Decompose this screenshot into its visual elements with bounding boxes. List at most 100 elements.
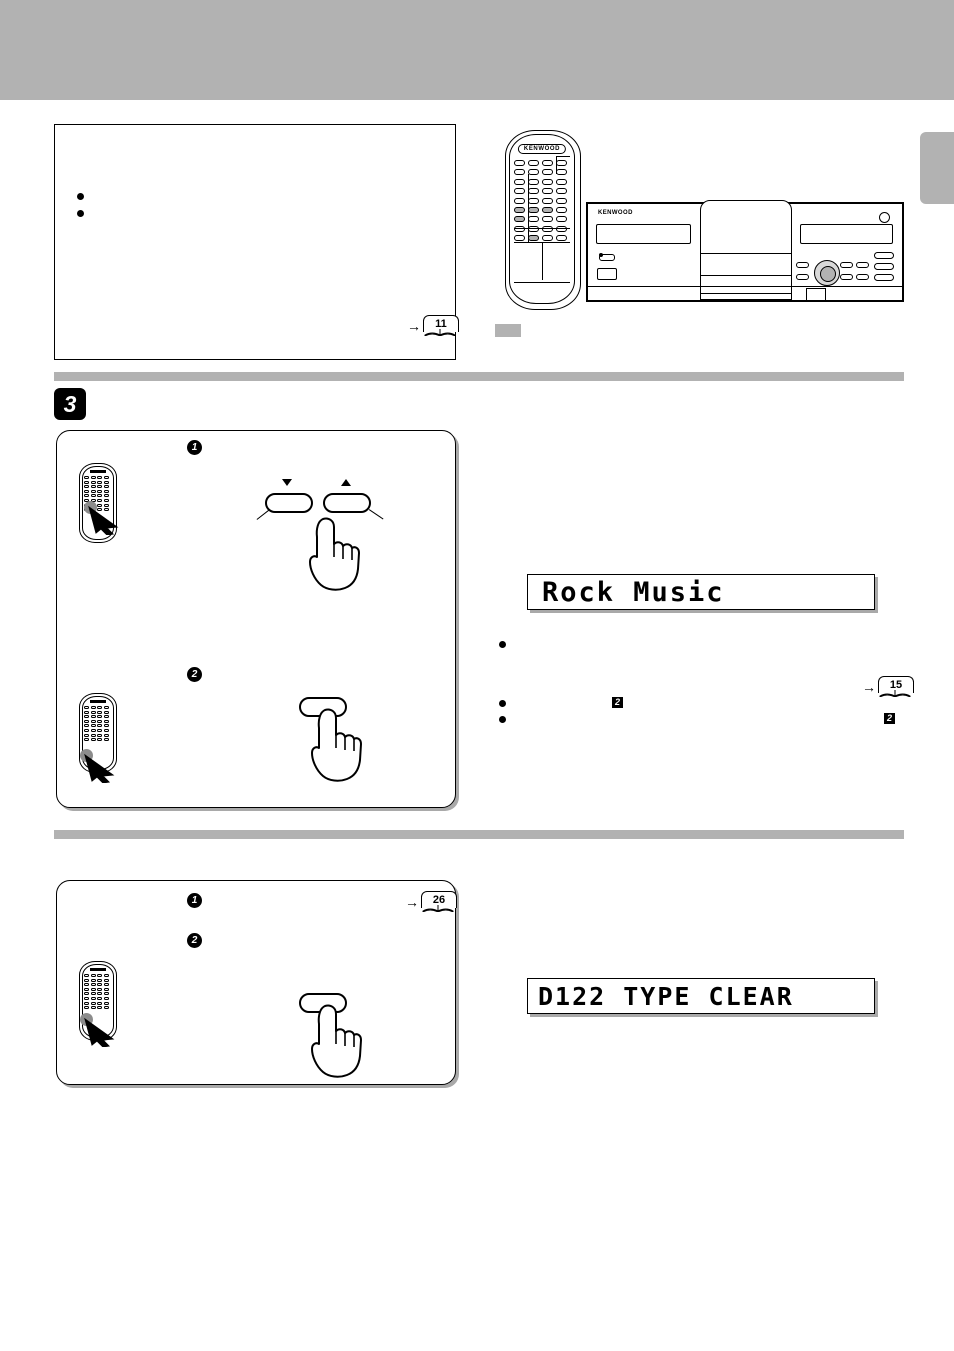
mini-button[interactable] xyxy=(103,476,109,479)
mini-button[interactable] xyxy=(97,992,102,996)
mini-button[interactable] xyxy=(97,987,102,991)
remote-button[interactable] xyxy=(556,160,567,166)
mini-button[interactable] xyxy=(90,706,96,709)
mini-button[interactable] xyxy=(84,978,89,982)
remote-button[interactable] xyxy=(542,169,553,176)
mini-button[interactable] xyxy=(103,494,109,498)
mini-button[interactable] xyxy=(90,987,96,991)
mini-button[interactable] xyxy=(97,978,102,982)
unit-control-button[interactable] xyxy=(856,262,869,268)
mini-button[interactable] xyxy=(90,485,96,489)
jog-dial-center[interactable] xyxy=(820,266,836,282)
remote-button[interactable] xyxy=(556,206,567,213)
mini-button[interactable] xyxy=(103,983,109,987)
mini-button[interactable] xyxy=(103,480,109,484)
unit-control-button[interactable] xyxy=(856,274,869,280)
mini-button[interactable] xyxy=(103,733,109,737)
unit-control-button[interactable] xyxy=(796,262,809,268)
mini-button[interactable] xyxy=(84,719,89,723)
mini-button[interactable] xyxy=(84,710,89,714)
remote-button[interactable] xyxy=(528,197,539,204)
mini-button[interactable] xyxy=(103,489,109,493)
mini-button[interactable] xyxy=(103,706,109,709)
remote-button[interactable] xyxy=(556,169,567,176)
mini-button[interactable] xyxy=(90,710,96,714)
mini-button[interactable] xyxy=(84,1001,89,1005)
unit-control-button[interactable] xyxy=(840,262,853,268)
remote-button[interactable] xyxy=(542,160,553,166)
remote-button[interactable] xyxy=(514,235,525,242)
unit-control-button[interactable] xyxy=(874,274,894,281)
remote-button[interactable] xyxy=(514,178,525,185)
mini-button[interactable] xyxy=(97,733,102,737)
mini-button[interactable] xyxy=(84,706,89,709)
mini-button[interactable] xyxy=(90,974,96,977)
mini-button[interactable] xyxy=(84,485,89,489)
remote-button[interactable] xyxy=(556,188,567,195)
remote-button[interactable] xyxy=(556,178,567,185)
mini-button[interactable] xyxy=(97,974,102,977)
mini-button[interactable] xyxy=(84,996,89,1000)
mini-button[interactable] xyxy=(90,719,96,723)
mini-button[interactable] xyxy=(90,480,96,484)
page-reference-15[interactable]: → 15 xyxy=(862,676,914,697)
mini-button[interactable] xyxy=(103,1001,109,1005)
remote-button[interactable] xyxy=(514,188,525,195)
mini-button[interactable] xyxy=(90,978,96,982)
unit-eject-button[interactable] xyxy=(597,268,617,280)
remote-button-highlighted[interactable] xyxy=(528,206,539,213)
mini-button[interactable] xyxy=(84,724,89,728)
mini-button[interactable] xyxy=(97,489,102,493)
mini-button[interactable] xyxy=(103,738,109,742)
mini-button[interactable] xyxy=(84,480,89,484)
page-reference-11[interactable]: → 11 xyxy=(407,315,459,336)
mini-button[interactable] xyxy=(90,996,96,1000)
mini-button[interactable] xyxy=(103,992,109,996)
remote-button-highlighted[interactable] xyxy=(514,206,525,213)
unit-cd-door[interactable] xyxy=(700,200,792,300)
mini-button[interactable] xyxy=(103,728,109,732)
remote-button[interactable] xyxy=(556,235,567,242)
mini-button[interactable] xyxy=(84,983,89,987)
mini-button[interactable] xyxy=(97,480,102,484)
remote-button[interactable] xyxy=(528,216,539,223)
mini-button[interactable] xyxy=(97,728,102,732)
mini-button[interactable] xyxy=(84,987,89,991)
remote-button[interactable] xyxy=(542,178,553,185)
mini-button[interactable] xyxy=(103,974,109,977)
unit-control-button[interactable] xyxy=(874,263,894,270)
mini-button[interactable] xyxy=(97,498,102,502)
remote-button[interactable] xyxy=(542,188,553,195)
remote-button[interactable] xyxy=(528,169,539,176)
remote-button[interactable] xyxy=(542,216,553,223)
mini-button[interactable] xyxy=(97,476,102,479)
mini-button[interactable] xyxy=(90,715,96,719)
remote-button[interactable] xyxy=(514,197,525,204)
mini-button[interactable] xyxy=(84,738,89,742)
mini-button[interactable] xyxy=(103,978,109,982)
mini-button[interactable] xyxy=(84,992,89,996)
mini-button[interactable] xyxy=(90,476,96,479)
remote-button[interactable] xyxy=(514,169,525,176)
mini-button[interactable] xyxy=(84,715,89,719)
remote-button[interactable] xyxy=(528,178,539,185)
mini-button[interactable] xyxy=(90,1006,96,1010)
remote-button-highlighted[interactable] xyxy=(514,216,525,223)
mini-button[interactable] xyxy=(103,498,109,502)
page-reference-26[interactable]: → 26 xyxy=(405,891,457,912)
mini-button[interactable] xyxy=(103,710,109,714)
mini-button[interactable] xyxy=(84,494,89,498)
mini-button[interactable] xyxy=(97,706,102,709)
mini-button[interactable] xyxy=(90,494,96,498)
mini-button[interactable] xyxy=(97,719,102,723)
mini-button[interactable] xyxy=(103,719,109,723)
unit-control-button[interactable] xyxy=(874,252,894,259)
mini-button[interactable] xyxy=(90,983,96,987)
down-button[interactable] xyxy=(265,493,313,513)
mini-button[interactable] xyxy=(97,983,102,987)
unit-control-button[interactable] xyxy=(840,274,853,280)
remote-button[interactable] xyxy=(528,188,539,195)
remote-button-highlighted[interactable] xyxy=(542,206,553,213)
mini-button[interactable] xyxy=(97,724,102,728)
mini-button[interactable] xyxy=(103,715,109,719)
